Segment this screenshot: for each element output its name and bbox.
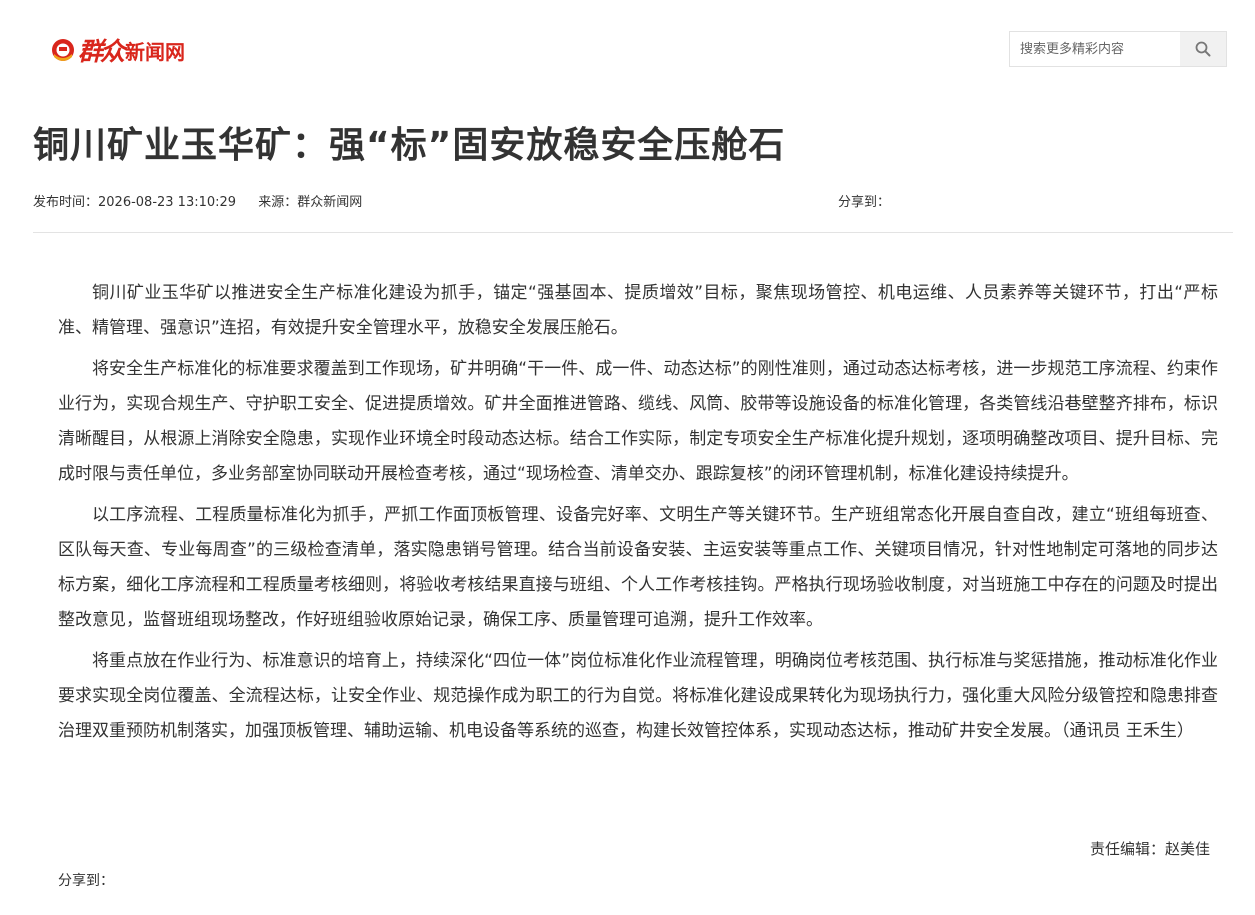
logo-text: 新闻网 bbox=[125, 39, 186, 64]
site-header: 群众 新闻网 bbox=[0, 0, 1255, 95]
search-input[interactable] bbox=[1010, 32, 1180, 66]
article-meta: 发布时间：2026-08-23 13:10:29 来源：群众新闻网 bbox=[33, 191, 380, 210]
logo-calligraphy: 群众 bbox=[78, 37, 125, 66]
search-icon bbox=[1195, 41, 1211, 57]
article-paragraph: 铜川矿业玉华矿以推进安全生产标准化建设为抓手，锚定“强基固本、提质增效”目标，聚… bbox=[58, 283, 1218, 338]
article-title: 铜川矿业玉华矿：强“标”固安放稳安全压舱石 bbox=[33, 125, 786, 166]
share-bottom-label: 分享到： bbox=[58, 873, 114, 889]
logo-emblem-icon bbox=[52, 39, 74, 61]
article-paragraph: 以工序流程、工程质量标准化为抓手，严抓工作面顶板管理、设备完好率、文明生产等关键… bbox=[58, 505, 1218, 630]
search-box bbox=[1009, 31, 1227, 67]
article-body: 铜川矿业玉华矿以推进安全生产标准化建设为抓手，锚定“强基固本、提质增效”目标，聚… bbox=[58, 276, 1218, 755]
publish-time: 发布时间：2026-08-23 13:10:29 bbox=[33, 195, 237, 210]
responsible-editor: 责任编辑：赵美佳 bbox=[1089, 840, 1210, 858]
article-paragraph: 将重点放在作业行为、标准意识的培育上，持续深化“四位一体”岗位标准化作业流程管理… bbox=[58, 651, 1218, 741]
header-divider bbox=[33, 232, 1233, 233]
article-paragraph: 将安全生产标准化的标准要求覆盖到工作现场，矿井明确“干一件、成一件、动态达标”的… bbox=[58, 359, 1218, 484]
article-source: 来源：群众新闻网 bbox=[258, 195, 363, 210]
share-top-label: 分享到： bbox=[838, 195, 891, 210]
search-button[interactable] bbox=[1180, 32, 1226, 66]
site-logo[interactable]: 群众 新闻网 bbox=[50, 30, 185, 70]
